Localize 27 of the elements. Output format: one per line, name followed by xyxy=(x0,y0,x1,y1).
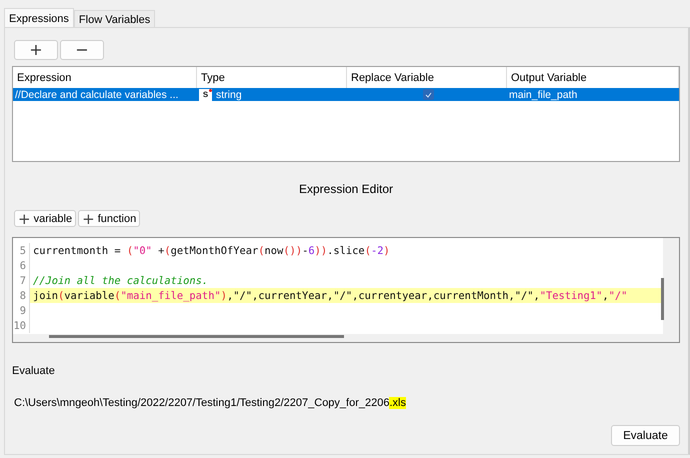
add-button[interactable]: + xyxy=(14,40,58,60)
line-number: 6 xyxy=(13,258,30,273)
code-line: currentmonth = ("0" +(getMonthOfYear(now())-6)).slice(-2) xyxy=(32,244,390,258)
line-number: 10 xyxy=(13,318,30,333)
string-type-icon: s xyxy=(199,88,212,100)
section-title: Expression Editor xyxy=(298,182,394,196)
section-label: Evaluate xyxy=(12,365,55,377)
result-text: C:\Users\mngeoh\Testing/2022/2207/Testing1/Testing2/2207_Copy_for_2206.xls xyxy=(14,397,406,409)
line-number: 5 xyxy=(13,243,30,258)
horizontal-scrollbar[interactable] xyxy=(49,335,344,338)
check-icon xyxy=(424,92,432,98)
line-number: 7 xyxy=(13,273,30,288)
table-cell: string xyxy=(216,88,242,100)
tab[interactable]: Expressions xyxy=(4,8,74,27)
evaluate-button[interactable]: Evaluate xyxy=(611,425,680,446)
table-row[interactable]: //Declare and calculate variables ... s string main_file_path xyxy=(13,88,679,101)
code-editor[interactable]: 5 currentmonth = ("0" +(getMonthOfYear(now())-6)).slice(-2) 6 7 //Join all the calculations. 8 join(variable("main_file_path"),"/",currentYear,"/",currentyear,currentMonth,"/","Testing1","/" 9 10 xyxy=(12,237,680,343)
line-number: 9 xyxy=(13,303,30,318)
checkbox[interactable] xyxy=(422,89,434,100)
insert-button[interactable]: + function xyxy=(78,210,140,227)
table-cell: //Declare and calculate variables ... xyxy=(15,88,178,100)
insert-button[interactable]: + variable xyxy=(14,210,76,227)
table-cell: main_file_path xyxy=(509,88,578,100)
vertical-scrollbar[interactable] xyxy=(661,278,664,320)
code-line: //Join all the calculations. xyxy=(32,274,208,288)
tab[interactable]: Flow Variables xyxy=(74,10,156,27)
remove-button[interactable]: − xyxy=(60,40,104,60)
